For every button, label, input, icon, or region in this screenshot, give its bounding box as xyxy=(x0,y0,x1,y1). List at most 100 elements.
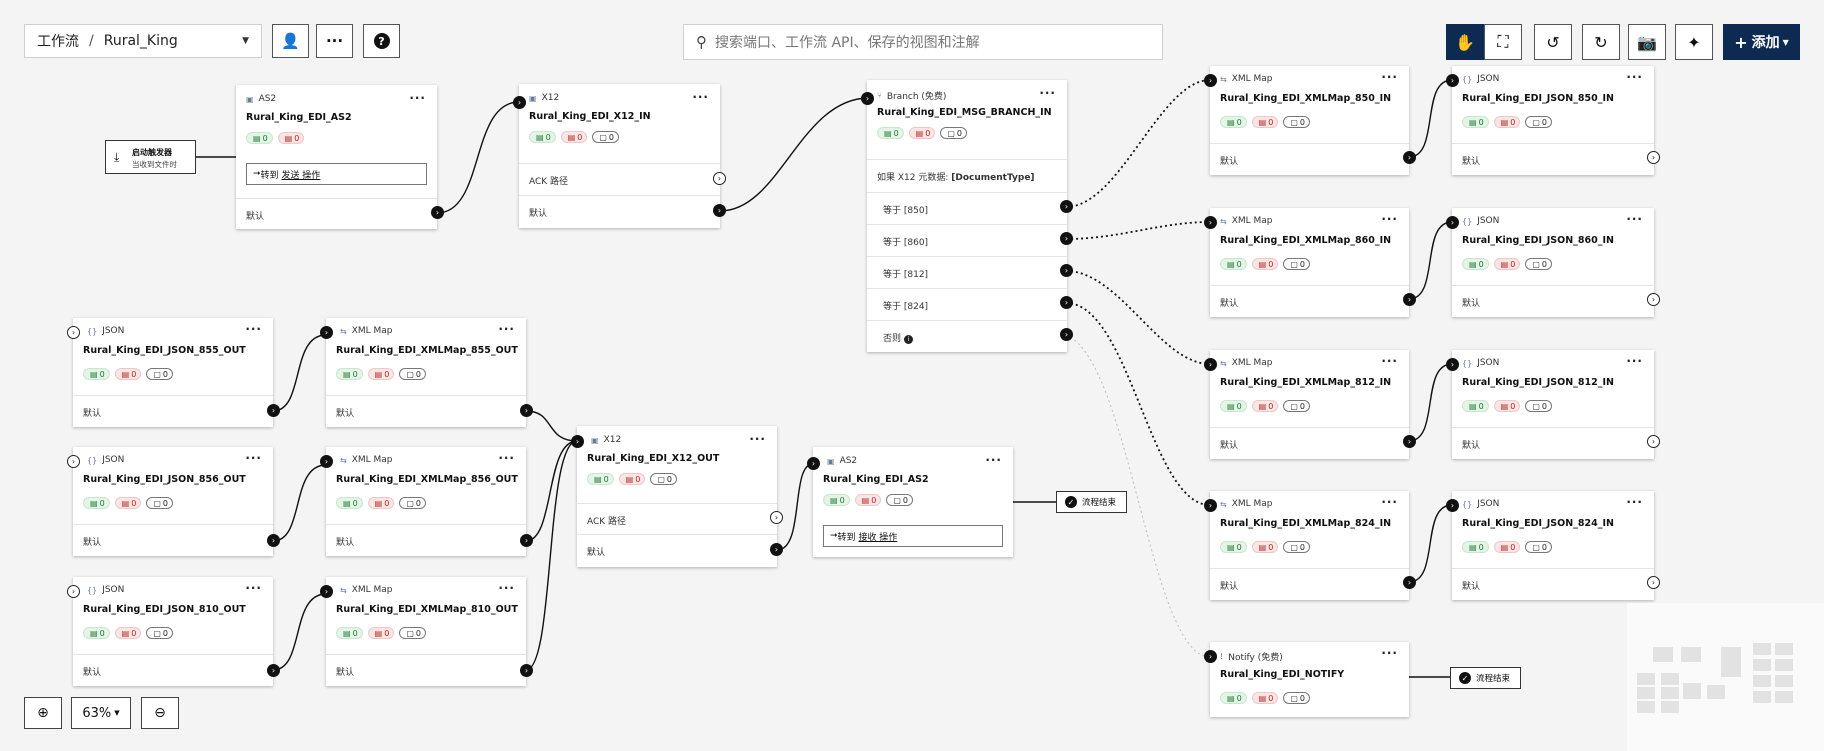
start-trigger[interactable]: ⤓ 启动触发器 当收到文件时 xyxy=(105,140,196,174)
workflow-selector[interactable]: 工作流 / Rural_King ▼ xyxy=(24,24,262,58)
node-as2-in[interactable]: ▣ AS2 ··· Rural_King_EDI_AS2 ▤ 0 ▤ 0 ➞ 转到 发… xyxy=(236,85,444,229)
node-json-856-out[interactable]: › {} JSON ··· Rural_King_EDI_JSON_856_OUT… xyxy=(67,447,280,556)
error-count-badge[interactable]: ▤ 0 xyxy=(114,368,142,380)
fit-view-button[interactable]: ⛶ xyxy=(1484,24,1522,60)
node-notify[interactable]: › ! Notify (免费) ··· Rural_King_EDI_NOTIFY… xyxy=(1204,642,1409,717)
error-count-badge[interactable]: ▤ 0 xyxy=(114,497,142,509)
error-count-badge[interactable]: ▤ 0 xyxy=(618,473,646,485)
snapshot-button[interactable]: 📷 xyxy=(1628,24,1666,60)
input-port[interactable]: › xyxy=(67,326,80,339)
success-count-badge[interactable]: ▤ 0 xyxy=(83,497,110,509)
input-port[interactable]: › xyxy=(807,457,820,470)
workflow-canvas[interactable]: 工作流 / Rural_King ▼ 👤 ··· ? ⚲ 搜索端口、工作流 AP… xyxy=(0,0,1824,751)
pending-count-badge[interactable]: ▢ 0 xyxy=(399,627,426,639)
pending-count-badge[interactable]: ▢ 0 xyxy=(1283,541,1310,553)
node-menu-button[interactable]: ··· xyxy=(1381,354,1398,368)
error-count-badge[interactable]: ▤ 0 xyxy=(277,132,305,144)
output-port[interactable]: › xyxy=(1403,293,1416,306)
node-xmlmap-856-out[interactable]: › ⇆ XML Map ··· Rural_King_EDI_XMLMap_856… xyxy=(320,447,533,556)
undo-button[interactable]: ↺ xyxy=(1534,24,1572,60)
pending-count-badge[interactable]: ▢ 0 xyxy=(1525,116,1552,128)
pending-count-badge[interactable]: ▢ 0 xyxy=(1525,258,1552,270)
input-port[interactable]: › xyxy=(1204,74,1217,87)
output-port[interactable]: › xyxy=(267,534,280,547)
error-count-badge[interactable]: ▤ 0 xyxy=(1251,400,1279,412)
node-menu-button[interactable]: ··· xyxy=(1381,495,1398,509)
case-output-port[interactable]: › xyxy=(1060,200,1073,213)
success-count-badge[interactable]: ▤ 0 xyxy=(336,627,363,639)
input-port[interactable]: › xyxy=(571,435,584,448)
help-button[interactable]: ? xyxy=(363,24,400,58)
success-count-badge[interactable]: ▤ 0 xyxy=(336,368,363,380)
otherwise-output-port[interactable]: › xyxy=(1060,328,1073,341)
user-button[interactable]: 👤 xyxy=(272,24,309,58)
zoom-out-button[interactable]: ⊖ xyxy=(141,697,179,729)
success-count-badge[interactable]: ▤ 0 xyxy=(246,132,273,144)
output-port[interactable]: › xyxy=(431,206,444,219)
pending-count-badge[interactable]: ▢ 0 xyxy=(886,494,913,506)
node-branch[interactable]: › ⑂ Branch (免费) ··· Rural_King_EDI_MSG_BR… xyxy=(861,80,1073,352)
zoom-level-dropdown[interactable]: 63% ▼ xyxy=(71,697,131,729)
pending-count-badge[interactable]: ▢ 0 xyxy=(146,497,173,509)
action-link[interactable]: 发送 操作 xyxy=(281,168,320,181)
node-menu-button[interactable]: ··· xyxy=(498,581,515,595)
action-link[interactable]: 接收 操作 xyxy=(858,530,897,543)
breadcrumb-root[interactable]: 工作流 xyxy=(37,31,79,51)
node-xmlmap-810-out[interactable]: › ⇆ XML Map ··· Rural_King_EDI_XMLMap_810… xyxy=(320,577,533,686)
node-menu-button[interactable]: ··· xyxy=(409,91,426,105)
node-as2-out[interactable]: › ▣ AS2 ··· Rural_King_EDI_AS2 ▤ 0 ▤ 0 ▢ 0 ➞… xyxy=(807,447,1013,557)
error-count-badge[interactable]: ▤ 0 xyxy=(908,127,936,139)
node-action[interactable]: ➞ 转到 接收 操作 xyxy=(823,525,1003,547)
pending-count-badge[interactable]: ▢ 0 xyxy=(399,497,426,509)
info-icon[interactable]: i xyxy=(903,335,913,344)
node-xmlmap-860-in[interactable]: › ⇆ XML Map ··· Rural_King_EDI_XMLMap_860… xyxy=(1204,208,1416,317)
success-count-badge[interactable]: ▤ 0 xyxy=(1462,541,1489,553)
node-menu-button[interactable]: ··· xyxy=(245,581,262,595)
success-count-badge[interactable]: ▤ 0 xyxy=(1220,692,1247,704)
node-menu-button[interactable]: ··· xyxy=(985,453,1002,467)
input-port[interactable]: › xyxy=(1204,358,1217,371)
input-port[interactable]: › xyxy=(1446,499,1459,512)
ack-output-port[interactable]: › xyxy=(770,511,783,524)
input-port[interactable]: › xyxy=(1204,650,1217,663)
output-port[interactable]: › xyxy=(267,404,280,417)
output-port[interactable]: › xyxy=(770,543,783,556)
success-count-badge[interactable]: ▤ 0 xyxy=(1220,400,1247,412)
node-action[interactable]: ➞ 转到 发送 操作 xyxy=(246,163,427,185)
success-count-badge[interactable]: ▤ 0 xyxy=(1462,258,1489,270)
node-xmlmap-850-in[interactable]: › ⇆ XML Map ··· Rural_King_EDI_XMLMap_850… xyxy=(1204,66,1416,175)
input-port[interactable]: › xyxy=(320,326,333,339)
node-menu-button[interactable]: ··· xyxy=(1381,646,1398,660)
minimap[interactable] xyxy=(1627,603,1824,751)
node-json-855-out[interactable]: › {} JSON ··· Rural_King_EDI_JSON_855_OUT… xyxy=(67,318,280,427)
pending-count-badge[interactable]: ▢ 0 xyxy=(592,131,619,143)
auto-arrange-button[interactable]: ✦ xyxy=(1675,24,1713,60)
input-port[interactable]: › xyxy=(320,585,333,598)
input-port[interactable]: › xyxy=(1446,74,1459,87)
pending-count-badge[interactable]: ▢ 0 xyxy=(940,127,967,139)
input-port[interactable]: › xyxy=(67,585,80,598)
node-xmlmap-812-in[interactable]: › ⇆ XML Map ··· Rural_King_EDI_XMLMap_812… xyxy=(1204,350,1416,459)
node-json-860-in[interactable]: › {} JSON ··· Rural_King_EDI_JSON_860_IN … xyxy=(1446,208,1660,317)
pending-count-badge[interactable]: ▢ 0 xyxy=(399,368,426,380)
error-count-badge[interactable]: ▤ 0 xyxy=(1251,258,1279,270)
node-menu-button[interactable]: ··· xyxy=(245,322,262,336)
node-menu-button[interactable]: ··· xyxy=(1039,86,1056,100)
error-count-badge[interactable]: ▤ 0 xyxy=(1493,400,1521,412)
input-port[interactable]: › xyxy=(320,455,333,468)
error-count-badge[interactable]: ▤ 0 xyxy=(1251,541,1279,553)
pending-count-badge[interactable]: ▢ 0 xyxy=(1525,541,1552,553)
output-port[interactable]: › xyxy=(713,204,726,217)
node-json-810-out[interactable]: › {} JSON ··· Rural_King_EDI_JSON_810_OUT… xyxy=(67,577,280,686)
case-output-port[interactable]: › xyxy=(1060,232,1073,245)
input-port[interactable]: › xyxy=(1446,216,1459,229)
error-count-badge[interactable]: ▤ 0 xyxy=(114,627,142,639)
search-input[interactable]: 搜索端口、工作流 API、保存的视图和注解 xyxy=(715,32,980,52)
input-port[interactable]: › xyxy=(513,96,526,109)
node-menu-button[interactable]: ··· xyxy=(1626,495,1643,509)
pending-count-badge[interactable]: ▢ 0 xyxy=(146,627,173,639)
output-port[interactable]: › xyxy=(520,534,533,547)
output-port[interactable]: › xyxy=(1647,576,1660,589)
input-port[interactable]: › xyxy=(1446,358,1459,371)
pending-count-badge[interactable]: ▢ 0 xyxy=(650,473,677,485)
